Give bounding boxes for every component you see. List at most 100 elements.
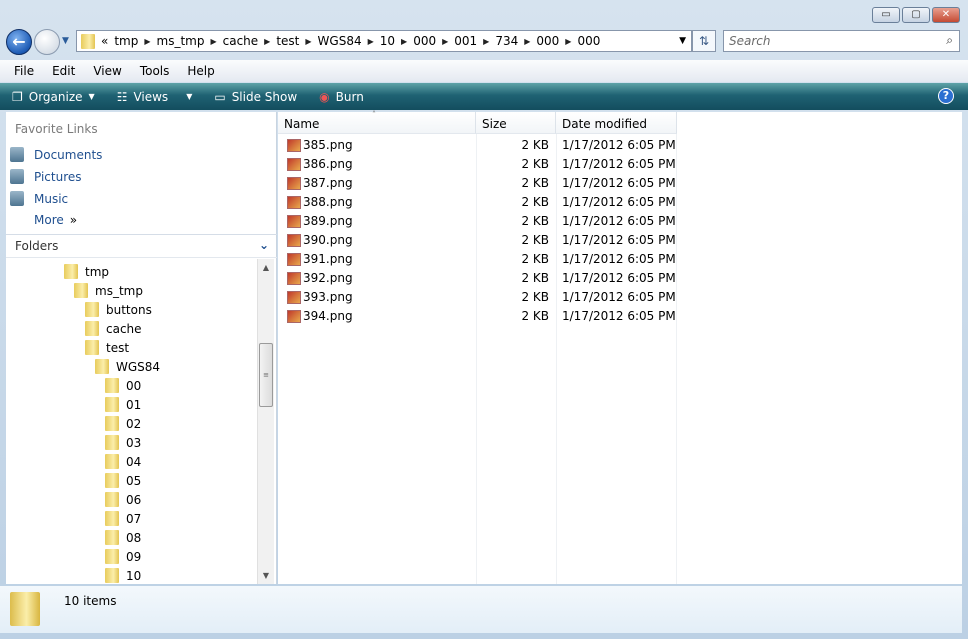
file-name: 392.png bbox=[303, 271, 353, 285]
tree-item[interactable]: 02 bbox=[105, 414, 141, 433]
minimize-button[interactable]: ▭ bbox=[872, 7, 900, 23]
file-size: 2 KB bbox=[521, 271, 549, 285]
breadcrumb-item[interactable]: ms_tmp bbox=[157, 34, 205, 48]
tree-item-label: 05 bbox=[126, 474, 141, 488]
breadcrumb-item[interactable]: WGS84 bbox=[318, 34, 362, 48]
file-row[interactable]: 392.png2 KB1/17/2012 6:05 PM bbox=[278, 269, 962, 288]
breadcrumb-separator-icon[interactable]: ▶ bbox=[264, 37, 270, 46]
tree-item[interactable]: WGS84 bbox=[95, 357, 160, 376]
address-bar[interactable]: « tmp ▶ ms_tmp ▶ cache ▶ test ▶ WGS84 ▶ 10 ▶ 000 ▶ 001… bbox=[76, 30, 692, 52]
forward-button[interactable] bbox=[34, 29, 60, 55]
menu-help[interactable]: Help bbox=[187, 64, 214, 78]
breadcrumb-separator-icon[interactable]: ▶ bbox=[524, 37, 530, 46]
back-button[interactable]: ← bbox=[6, 29, 32, 55]
breadcrumb-separator-icon[interactable]: ▶ bbox=[144, 37, 150, 46]
breadcrumb-separator-icon[interactable]: ▶ bbox=[210, 37, 216, 46]
folders-title: Folders bbox=[15, 239, 58, 253]
folders-header[interactable]: Folders ⌄ bbox=[6, 234, 277, 258]
menu-tools[interactable]: Tools bbox=[140, 64, 170, 78]
file-row[interactable]: 393.png2 KB1/17/2012 6:05 PM bbox=[278, 288, 962, 307]
tree-item[interactable]: 08 bbox=[105, 528, 141, 547]
chevron-down-icon[interactable]: ▼ bbox=[186, 92, 192, 101]
column-size[interactable]: Size bbox=[476, 112, 556, 134]
burn-button[interactable]: ◉Burn bbox=[319, 90, 364, 104]
breadcrumb-item[interactable]: 000 bbox=[577, 34, 600, 48]
help-button[interactable]: ? bbox=[938, 88, 954, 104]
tree-item[interactable]: 10 bbox=[105, 566, 141, 584]
search-icon[interactable]: ⌕ bbox=[946, 33, 953, 48]
scrollbar-thumb[interactable]: ≡ bbox=[259, 343, 273, 407]
address-overflow[interactable]: « bbox=[101, 34, 108, 48]
breadcrumb-item[interactable]: test bbox=[276, 34, 299, 48]
recent-pages-dropdown-icon[interactable]: ▼ bbox=[62, 36, 69, 46]
file-date: 1/17/2012 6:05 PM bbox=[562, 195, 676, 209]
organize-button[interactable]: ❐Organize▼ bbox=[12, 90, 95, 104]
file-date: 1/17/2012 6:05 PM bbox=[562, 176, 676, 190]
scroll-down-arrow[interactable]: ▼ bbox=[258, 571, 274, 580]
file-name: 387.png bbox=[303, 176, 353, 190]
tree-item[interactable]: ms_tmp bbox=[74, 281, 143, 300]
file-row[interactable]: 386.png2 KB1/17/2012 6:05 PM bbox=[278, 155, 962, 174]
file-row[interactable]: 385.png2 KB1/17/2012 6:05 PM bbox=[278, 136, 962, 155]
folder-icon bbox=[64, 264, 78, 279]
png-file-icon bbox=[287, 139, 301, 152]
tree-item[interactable]: 09 bbox=[105, 547, 141, 566]
favorite-music[interactable]: Music bbox=[10, 191, 68, 206]
refresh-button[interactable]: ⇅ bbox=[692, 30, 716, 52]
breadcrumb-item[interactable]: 10 bbox=[380, 34, 395, 48]
breadcrumb-item[interactable]: tmp bbox=[114, 34, 138, 48]
file-size: 2 KB bbox=[521, 157, 549, 171]
breadcrumb-separator-icon[interactable]: ▶ bbox=[483, 37, 489, 46]
chevron-down-icon[interactable]: ⌄ bbox=[259, 238, 269, 252]
file-row[interactable]: 391.png2 KB1/17/2012 6:05 PM bbox=[278, 250, 962, 269]
file-row[interactable]: 387.png2 KB1/17/2012 6:05 PM bbox=[278, 174, 962, 193]
tree-item[interactable]: 03 bbox=[105, 433, 141, 452]
address-dropdown-icon[interactable]: ▼ bbox=[679, 36, 686, 46]
file-date: 1/17/2012 6:05 PM bbox=[562, 214, 676, 228]
breadcrumb-item[interactable]: 001 bbox=[454, 34, 477, 48]
file-row[interactable]: 390.png2 KB1/17/2012 6:05 PM bbox=[278, 231, 962, 250]
views-button[interactable]: ☷Views▼ bbox=[117, 90, 193, 104]
favorite-more[interactable]: More» bbox=[34, 213, 77, 227]
slideshow-icon: ▭ bbox=[214, 90, 225, 104]
tree-item-label: WGS84 bbox=[116, 360, 160, 374]
tree-item[interactable]: 05 bbox=[105, 471, 141, 490]
favorite-documents[interactable]: Documents bbox=[10, 147, 102, 162]
tree-item[interactable]: 01 bbox=[105, 395, 141, 414]
menu-view[interactable]: View bbox=[93, 64, 121, 78]
breadcrumb-separator-icon[interactable]: ▶ bbox=[565, 37, 571, 46]
column-date-modified[interactable]: Date modified bbox=[556, 112, 677, 134]
breadcrumb-separator-icon[interactable]: ▶ bbox=[305, 37, 311, 46]
file-row[interactable]: 394.png2 KB1/17/2012 6:05 PM bbox=[278, 307, 962, 326]
favorite-pictures[interactable]: Pictures bbox=[10, 169, 82, 184]
scroll-up-arrow[interactable]: ▲ bbox=[258, 263, 274, 272]
tree-item[interactable]: 06 bbox=[105, 490, 141, 509]
breadcrumb-item[interactable]: 000 bbox=[413, 34, 436, 48]
breadcrumb-item[interactable]: 000 bbox=[536, 34, 559, 48]
tree-item[interactable]: 00 bbox=[105, 376, 141, 395]
column-name-label: Name bbox=[284, 117, 319, 131]
menu-file[interactable]: File bbox=[14, 64, 34, 78]
breadcrumb-item[interactable]: cache bbox=[223, 34, 259, 48]
breadcrumb-item[interactable]: 734 bbox=[495, 34, 518, 48]
breadcrumb-separator-icon[interactable]: ▶ bbox=[368, 37, 374, 46]
column-name[interactable]: Name˄ bbox=[278, 112, 476, 134]
organize-icon: ❐ bbox=[12, 90, 23, 104]
menu-edit[interactable]: Edit bbox=[52, 64, 75, 78]
search-input[interactable]: Search⌕ bbox=[723, 30, 960, 52]
maximize-button[interactable]: ▢ bbox=[902, 7, 930, 23]
breadcrumb-separator-icon[interactable]: ▶ bbox=[442, 37, 448, 46]
tree-item[interactable]: 07 bbox=[105, 509, 141, 528]
tree-item[interactable]: test bbox=[85, 338, 129, 357]
tree-item[interactable]: cache bbox=[85, 319, 142, 338]
slideshow-button[interactable]: ▭Slide Show bbox=[214, 90, 297, 104]
tree-item[interactable]: buttons bbox=[85, 300, 152, 319]
tree-scrollbar[interactable]: ▲ ≡ ▼ bbox=[257, 259, 274, 584]
breadcrumb-separator-icon[interactable]: ▶ bbox=[401, 37, 407, 46]
tree-item[interactable]: tmp bbox=[64, 262, 109, 281]
file-row[interactable]: 389.png2 KB1/17/2012 6:05 PM bbox=[278, 212, 962, 231]
tree-item[interactable]: 04 bbox=[105, 452, 141, 471]
file-name: 394.png bbox=[303, 309, 353, 323]
file-row[interactable]: 388.png2 KB1/17/2012 6:05 PM bbox=[278, 193, 962, 212]
close-button[interactable]: ✕ bbox=[932, 7, 960, 23]
